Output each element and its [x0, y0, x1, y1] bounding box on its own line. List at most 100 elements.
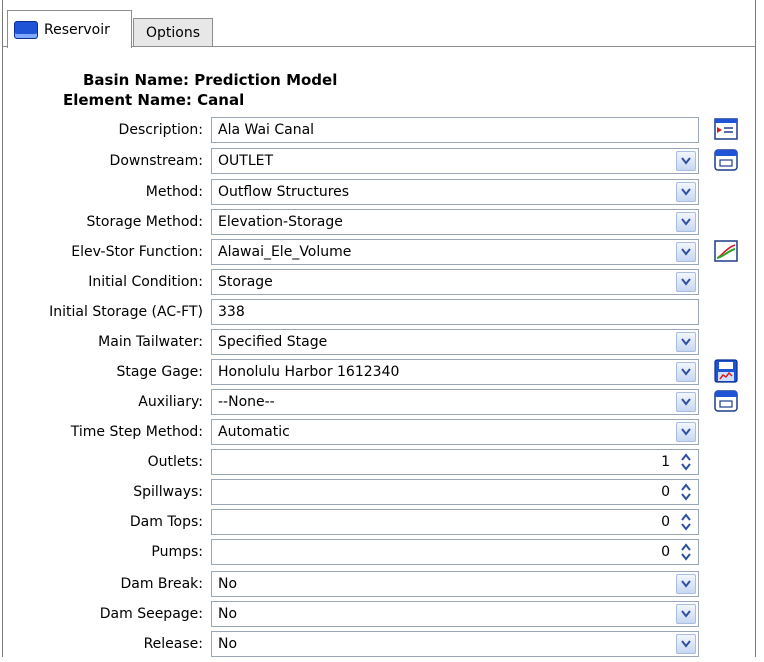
chevron-down-icon[interactable]	[676, 634, 696, 654]
edit-description-icon[interactable]	[713, 116, 739, 142]
release-select[interactable]: No	[211, 631, 699, 657]
basin-name: Basin Name: Prediction Model	[83, 71, 338, 89]
storage-method-select[interactable]: Elevation-Storage	[211, 209, 699, 235]
row-main-tailwater: Main Tailwater: Specified Stage	[3, 329, 755, 355]
chevron-down-icon[interactable]	[676, 212, 696, 232]
chevron-down-icon[interactable]	[676, 604, 696, 624]
description-label: Description:	[118, 122, 203, 138]
downstream-label: Downstream:	[109, 153, 203, 169]
tab-options-label: Options	[145, 24, 201, 41]
row-dam-break: Dam Break: No	[3, 571, 755, 597]
storage-method-value: Elevation-Storage	[218, 214, 343, 230]
row-spillways: Spillways: 0	[3, 479, 755, 505]
chevron-down-icon[interactable]	[676, 422, 696, 442]
spillways-value: 0	[661, 484, 670, 500]
main-tailwater-label: Main Tailwater:	[98, 334, 203, 350]
tab-reservoir[interactable]: Reservoir	[7, 10, 132, 48]
dam-tops-label: Dam Tops:	[129, 514, 203, 530]
method-label: Method:	[145, 184, 203, 200]
row-downstream: Downstream: OUTLET	[3, 148, 755, 174]
stage-gage-label: Stage Gage:	[116, 364, 203, 380]
elev-stor-function-select[interactable]: Alawai_Ele_Volume	[211, 239, 699, 265]
spillways-label: Spillways:	[133, 484, 203, 500]
spinner-arrows-icon[interactable]	[676, 511, 696, 533]
spillways-stepper[interactable]: 0	[211, 479, 699, 505]
dam-seepage-select[interactable]: No	[211, 601, 699, 627]
pumps-stepper[interactable]: 0	[211, 539, 699, 565]
outlets-value: 1	[661, 454, 670, 470]
elev-stor-function-label: Elev-Stor Function:	[71, 244, 203, 260]
reservoir-editor: Reservoir Options Basin Name: Prediction…	[2, 0, 756, 657]
chevron-down-icon[interactable]	[676, 182, 696, 202]
initial-storage-label: Initial Storage (AC-FT)	[49, 304, 203, 320]
row-time-step-method: Time Step Method: Automatic	[3, 419, 755, 445]
row-auxiliary: Auxiliary: --None--	[3, 389, 755, 415]
row-method: Method: Outflow Structures	[3, 179, 755, 205]
auxiliary-value: --None--	[218, 394, 275, 410]
row-storage-method: Storage Method: Elevation-Storage	[3, 209, 755, 235]
chevron-down-icon[interactable]	[676, 332, 696, 352]
dam-break-select[interactable]: No	[211, 571, 699, 597]
initial-condition-value: Storage	[218, 274, 273, 290]
release-value: No	[218, 636, 238, 652]
dam-break-value: No	[218, 576, 238, 592]
chevron-down-icon[interactable]	[676, 242, 696, 262]
outlets-label: Outlets:	[147, 454, 203, 470]
spinner-arrows-icon[interactable]	[676, 541, 696, 563]
main-tailwater-select[interactable]: Specified Stage	[211, 329, 699, 355]
row-elev-stor-function: Elev-Stor Function: Alawai_Ele_Volume	[3, 239, 755, 265]
time-series-gage-icon[interactable]	[713, 358, 739, 384]
method-value: Outflow Structures	[218, 184, 350, 200]
pumps-label: Pumps:	[151, 544, 203, 560]
row-outlets: Outlets: 1	[3, 449, 755, 475]
tab-strip: Reservoir Options	[3, 0, 755, 48]
dam-tops-stepper[interactable]: 0	[211, 509, 699, 535]
dam-seepage-label: Dam Seepage:	[99, 606, 203, 622]
elev-stor-function-value: Alawai_Ele_Volume	[218, 244, 352, 260]
spinner-arrows-icon[interactable]	[676, 451, 696, 473]
paired-data-chart-icon[interactable]	[713, 238, 739, 264]
initial-condition-label: Initial Condition:	[88, 274, 203, 290]
row-initial-storage: Initial Storage (AC-FT) 338	[3, 299, 755, 325]
stage-gage-select[interactable]: Honolulu Harbor 1612340	[211, 359, 699, 385]
element-selector-icon[interactable]	[713, 147, 739, 173]
initial-storage-input[interactable]: 338	[211, 299, 699, 325]
downstream-select[interactable]: OUTLET	[211, 148, 699, 174]
initial-condition-select[interactable]: Storage	[211, 269, 699, 295]
dam-seepage-value: No	[218, 606, 238, 622]
row-dam-seepage: Dam Seepage: No	[3, 601, 755, 627]
reservoir-icon	[14, 20, 38, 39]
chevron-down-icon[interactable]	[676, 151, 696, 171]
element-name: Element Name: Canal	[63, 91, 245, 109]
description-input[interactable]: Ala Wai Canal	[211, 117, 699, 143]
stage-gage-value: Honolulu Harbor 1612340	[218, 364, 400, 380]
tab-reservoir-label: Reservoir	[44, 21, 110, 38]
row-dam-tops: Dam Tops: 0	[3, 509, 755, 535]
dam-break-label: Dam Break:	[120, 576, 203, 592]
downstream-value: OUTLET	[218, 153, 274, 169]
chevron-down-icon[interactable]	[676, 392, 696, 412]
tab-options[interactable]: Options	[133, 18, 213, 46]
description-value: Ala Wai Canal	[218, 122, 315, 138]
dam-tops-value: 0	[661, 514, 670, 530]
storage-method-label: Storage Method:	[86, 214, 203, 230]
time-step-method-label: Time Step Method:	[70, 424, 203, 440]
time-step-method-value: Automatic	[218, 424, 290, 440]
row-stage-gage: Stage Gage: Honolulu Harbor 1612340	[3, 359, 755, 385]
release-label: Release:	[143, 636, 203, 652]
row-initial-condition: Initial Condition: Storage	[3, 269, 755, 295]
initial-storage-value: 338	[218, 304, 245, 320]
row-description: Description: Ala Wai Canal	[3, 117, 755, 143]
time-step-method-select[interactable]: Automatic	[211, 419, 699, 445]
main-tailwater-value: Specified Stage	[218, 334, 328, 350]
method-select[interactable]: Outflow Structures	[211, 179, 699, 205]
element-selector-icon[interactable]	[713, 388, 739, 414]
auxiliary-select[interactable]: --None--	[211, 389, 699, 415]
spinner-arrows-icon[interactable]	[676, 481, 696, 503]
outlets-stepper[interactable]: 1	[211, 449, 699, 475]
chevron-down-icon[interactable]	[676, 362, 696, 382]
chevron-down-icon[interactable]	[676, 574, 696, 594]
reservoir-panel: Basin Name: Prediction Model Element Nam…	[3, 46, 755, 657]
chevron-down-icon[interactable]	[676, 272, 696, 292]
row-release: Release: No	[3, 631, 755, 657]
